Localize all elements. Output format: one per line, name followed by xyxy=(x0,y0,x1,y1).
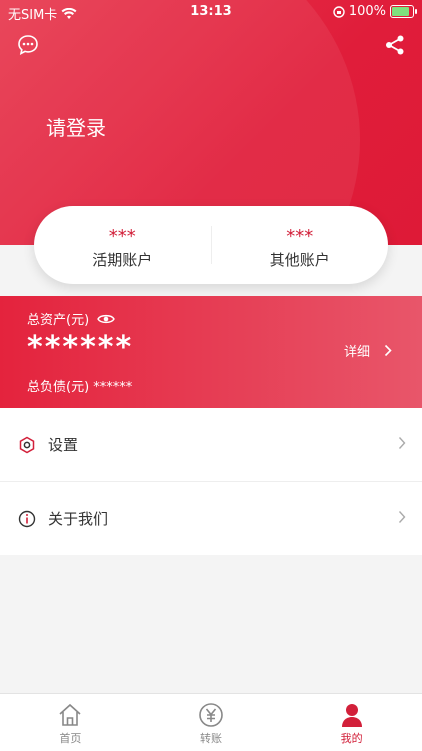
account-value: *** xyxy=(286,226,314,247)
battery-icon xyxy=(390,5,417,18)
share-icon[interactable] xyxy=(384,34,406,56)
orientation-lock-icon xyxy=(333,5,345,18)
total-liability: 总负债(元) ****** xyxy=(27,380,133,395)
tab-transfer[interactable]: 转账 xyxy=(141,694,282,751)
menu-item-label: 关于我们 xyxy=(48,510,109,528)
home-icon xyxy=(59,703,81,726)
settings-icon xyxy=(19,436,35,453)
account-value: *** xyxy=(108,226,136,247)
login-prompt[interactable]: 请登录 xyxy=(46,112,106,141)
chevron-right-icon xyxy=(398,511,406,523)
chevron-right-icon xyxy=(384,344,392,357)
tab-mine[interactable]: 我的 xyxy=(281,694,422,751)
info-icon xyxy=(18,510,36,527)
account-label: 活期账户 xyxy=(92,251,153,269)
menu-item-settings[interactable]: 设置 xyxy=(0,408,422,482)
chevron-right-icon xyxy=(398,437,406,449)
yen-icon xyxy=(199,703,223,727)
detail-label: 详细 xyxy=(343,345,370,360)
total-assets-value: ****** xyxy=(27,330,134,365)
account-card: *** 活期账户 *** 其他账户 xyxy=(34,206,388,284)
assets-panel: 总资产(元) ****** 详细 总负债(元) ****** xyxy=(0,296,422,408)
tab-label: 转账 xyxy=(200,732,222,745)
user-icon xyxy=(341,704,362,727)
other-account[interactable]: *** 其他账户 xyxy=(212,206,389,284)
current-account[interactable]: *** 活期账户 xyxy=(34,206,211,284)
tab-home[interactable]: 首页 xyxy=(0,694,141,751)
eye-icon[interactable] xyxy=(97,313,115,325)
tab-label: 我的 xyxy=(340,732,363,745)
account-label: 其他账户 xyxy=(269,251,330,269)
battery-percent: 100% xyxy=(348,4,386,19)
status-bar: 无SIM卡 13:13 100% xyxy=(0,0,422,24)
tab-label: 首页 xyxy=(59,732,82,745)
total-assets-label: 总资产(元) xyxy=(27,313,90,328)
detail-link[interactable]: 详细 xyxy=(344,341,392,360)
tab-bar: 首页 转账 我的 xyxy=(0,693,422,751)
menu-item-label: 设置 xyxy=(48,436,79,454)
menu-item-about[interactable]: 关于我们 xyxy=(0,482,422,555)
menu-list: 设置 关于我们 xyxy=(0,408,422,555)
chat-icon[interactable] xyxy=(17,34,39,56)
